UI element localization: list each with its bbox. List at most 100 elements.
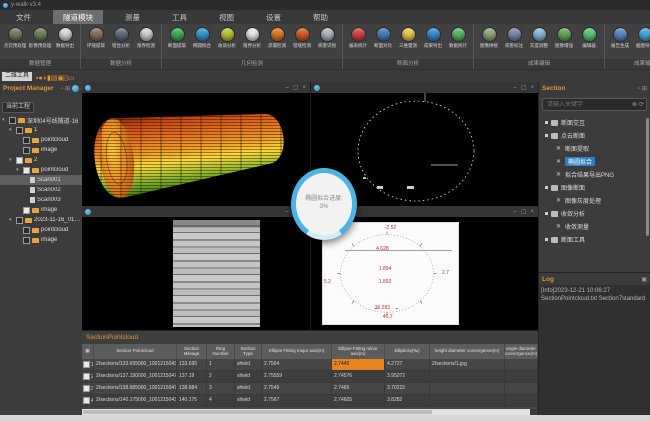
section-tree-item[interactable]: 断面交互 <box>539 116 650 129</box>
expand-icon[interactable]: ▾ <box>9 217 14 223</box>
row-checkbox[interactable] <box>83 373 90 380</box>
column-header-3[interactable]: Section Type <box>235 344 262 359</box>
table-row[interactable]: 32/sections/138.685000_1001215047.txt138… <box>82 383 538 395</box>
clear-search-icon[interactable]: ⊗ <box>632 101 637 108</box>
panel-pin-icon[interactable]: ▫ <box>61 86 63 92</box>
measure-button[interactable]: 三维量测 <box>396 26 420 58</box>
project-tree-item[interactable]: Scan002 <box>0 185 82 195</box>
row-checkbox[interactable] <box>83 361 90 368</box>
project-tree-item[interactable]: image <box>0 145 82 155</box>
section-tree-item[interactable]: ✕拟合结果导出PNG <box>539 168 650 181</box>
viewport-max-icon[interactable]: ▢ <box>520 208 528 215</box>
leakage-button[interactable]: 渗漏检测 <box>265 26 289 58</box>
image-preprocess-button[interactable]: 影像预处理 <box>28 26 52 58</box>
column-header-1[interactable]: Section Mileage <box>177 344 207 359</box>
menu-tab-2[interactable]: 测量 <box>115 10 150 24</box>
project-tree-item[interactable]: Scan003 <box>0 195 82 205</box>
panel-float-icon[interactable] <box>72 85 79 92</box>
project-tree-item[interactable]: ▾深圳04号线隧道-16 <box>0 115 82 125</box>
menu-tab-3[interactable]: 工具 <box>162 10 197 24</box>
viewport-close-icon[interactable]: × <box>301 85 307 91</box>
gray-scan-render[interactable] <box>82 217 310 330</box>
column-header-7[interactable]: height diameter convergence(m) <box>430 344 505 359</box>
panel-pin-icon[interactable]: ▫ <box>638 86 640 92</box>
search-input[interactable] <box>545 101 630 109</box>
dislocation-button[interactable]: 错台分析 <box>109 26 133 58</box>
panel-dock-icon[interactable]: ⊞ <box>642 85 647 92</box>
project-tree-item[interactable]: ▾1 <box>0 125 82 135</box>
viewport-close-icon[interactable]: × <box>529 209 535 215</box>
tree-checkbox[interactable] <box>23 137 30 144</box>
tree-checkbox[interactable] <box>23 167 30 174</box>
ring-seam-button[interactable]: 环缝提取 <box>84 26 108 58</box>
log-menu-icon[interactable]: ▣ <box>641 276 647 283</box>
project-tree-item[interactable]: ▾2023-11-16_01-50 <box>0 215 82 225</box>
defect-button[interactable]: 病害识别 <box>315 26 339 58</box>
compare-button[interactable]: 断面对比 <box>371 26 395 58</box>
ellipse-fit-button[interactable]: 椭圆拟合 <box>190 26 214 58</box>
editor-button[interactable]: 编辑器 <box>577 26 601 58</box>
scrollbar-thumb[interactable] <box>83 410 432 414</box>
section-tree-item[interactable]: 点云断面 <box>539 129 650 142</box>
section-tree-item[interactable]: 收敛分析 <box>539 207 650 220</box>
stitch-button[interactable]: 图像拼接 <box>477 26 501 58</box>
tree-checkbox[interactable] <box>16 157 23 164</box>
ruler-icon[interactable]: ▭ <box>68 75 75 82</box>
convergence-button[interactable]: 收敛分析 <box>215 26 239 58</box>
project-tree-item[interactable]: ▾2 <box>0 155 82 165</box>
pointcloud-preprocess-button[interactable]: 点云预处理 <box>3 26 27 58</box>
snapshot-button[interactable]: 截图导出 <box>633 26 650 58</box>
annotate-button[interactable]: 病害标注 <box>502 26 526 58</box>
expand-icon[interactable]: ▾ <box>9 157 14 163</box>
tree-checkbox[interactable] <box>23 207 30 214</box>
tree-checkbox[interactable] <box>9 117 16 124</box>
stagger-button[interactable]: 错缝检测 <box>290 26 314 58</box>
viewport-min-icon[interactable]: – <box>284 85 289 91</box>
viewport-min-icon[interactable]: – <box>512 85 517 91</box>
menu-tab-1[interactable]: 隧道模块 <box>53 10 103 24</box>
viewport-min-icon[interactable]: – <box>512 209 517 215</box>
menu-tab-6[interactable]: 帮助 <box>303 10 338 24</box>
enhance-button[interactable]: 图像增强 <box>552 26 576 58</box>
column-header-5[interactable]: Ellipse Fitting minor axis(m) <box>332 344 385 359</box>
refresh-icon[interactable]: ⟳ <box>639 101 644 108</box>
column-header-4[interactable]: Ellipse Fitting major axis(m) <box>262 344 332 359</box>
pointcloud-render[interactable] <box>82 93 310 206</box>
report-chart-button[interactable]: 报表统计 <box>346 26 370 58</box>
tree-checkbox[interactable] <box>16 217 23 224</box>
expand-icon[interactable]: ▾ <box>16 167 21 173</box>
tree-vertical-scrollbar[interactable] <box>646 118 649 236</box>
table-row[interactable]: 22/sections/137.190000_1001215047.txt137… <box>82 371 538 383</box>
viewport-close-icon[interactable]: × <box>529 85 535 91</box>
data-export-button[interactable]: 数据导出 <box>53 26 77 58</box>
project-tree-item[interactable]: image <box>0 235 82 245</box>
section-tree-item[interactable]: 图像断面 <box>539 181 650 194</box>
viewport-max-icon[interactable]: ▢ <box>520 84 528 91</box>
result-export-button[interactable]: 成果导出 <box>421 26 445 58</box>
expand-icon[interactable]: ▾ <box>2 117 7 123</box>
menu-tab-5[interactable]: 设置 <box>256 10 291 24</box>
tree-checkbox[interactable] <box>23 237 30 244</box>
project-tree-item[interactable]: pointcloud <box>0 225 82 235</box>
project-tree-item[interactable]: pointcloud <box>0 135 82 145</box>
tree-checkbox[interactable] <box>23 147 30 154</box>
viewport-max-icon[interactable]: ▢ <box>292 84 300 91</box>
section-tree-item[interactable]: 断面工具 <box>539 233 650 246</box>
section-tree-item[interactable]: ✕图像灰度处理 <box>539 194 650 207</box>
row-checkbox[interactable] <box>83 397 90 404</box>
row-checkbox[interactable] <box>83 385 90 392</box>
menu-tab-4[interactable]: 视图 <box>209 10 244 24</box>
project-tree-item[interactable]: ▾pointcloud <box>0 165 82 175</box>
section-tree-item[interactable]: ✕椭圆拟合 <box>539 155 650 168</box>
expand-icon[interactable]: ▾ <box>9 127 14 133</box>
table-row[interactable]: 12/sections/133.695000_1001215043.txt133… <box>82 359 538 371</box>
column-header-8[interactable]: angle diameter convergence(m) <box>505 344 538 359</box>
column-header-0[interactable]: Section Pointcloud <box>94 344 177 359</box>
section-tree-item[interactable]: ✕收敛测量 <box>539 220 650 233</box>
viewport-min-icon[interactable]: – <box>284 209 289 215</box>
statistics-button[interactable]: 数据统计 <box>446 26 470 58</box>
current-project-chip[interactable]: 当前工程 <box>2 102 34 113</box>
section-extract-button[interactable]: 断面提取 <box>165 26 189 58</box>
tree-checkbox[interactable] <box>16 127 23 134</box>
toolbar-mode-chip[interactable]: 二维工具 <box>2 72 32 81</box>
